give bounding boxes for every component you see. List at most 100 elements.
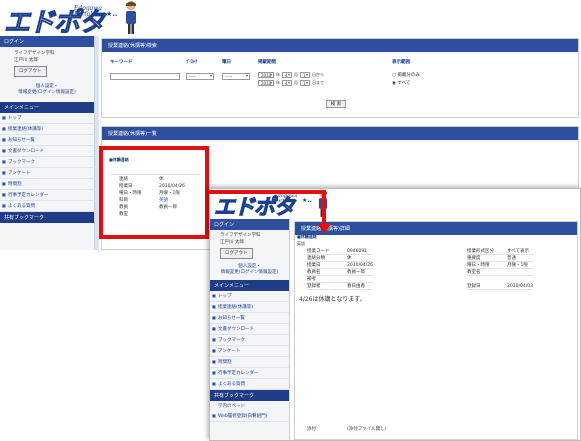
detail-bookmark-item-campus[interactable]: 学内のページ <box>210 401 289 411</box>
sidebar-item-downloads[interactable]: 文書ダウンロード <box>0 146 94 157</box>
detail-sidebar-item-bookmarks[interactable]: ブックマーク <box>210 335 289 346</box>
table-row: 教室名 <box>467 269 533 276</box>
arrow-vertical <box>322 190 326 226</box>
logo-subtitle: Edogawa Portal <box>74 6 102 18</box>
from-month-select[interactable]: 4 <box>282 72 292 78</box>
row-key: 連絡分類 <box>307 256 325 261</box>
detail-subject-header: 英語 <box>297 241 305 246</box>
table-row: 登録日 2010/04/03 <box>467 283 533 290</box>
detail-left-table: 授業コード 0946091 連絡分類 休 授業日 2010/04/26 教員名 教員一郎… <box>307 248 373 290</box>
detail-login-header: ログイン <box>210 219 289 230</box>
list-panel-title: 授業連絡(休講等)一覧 <box>102 127 578 140</box>
detail-sidebar-item-calendar[interactable]: 行事予定カレンダー <box>210 368 289 379</box>
sidebar-item-top[interactable]: トップ <box>0 113 94 124</box>
detail-logo-sub-line2: Portal <box>274 198 290 204</box>
attach-key: 添付 <box>307 427 316 432</box>
detail-sidebar-item-survey[interactable]: アンケート <box>210 346 289 357</box>
arrow-head-icon <box>317 224 331 233</box>
detail-settings-link-line2: 情報変更(ログイン情報設定) <box>220 270 279 275</box>
row-value: 月曜・1限 <box>507 263 528 268</box>
table-row: 登録者 春日由香 <box>307 283 373 290</box>
to-year-select[interactable]: 2010 <box>258 80 274 86</box>
header-decoration: ★.. <box>106 10 118 18</box>
settings-link[interactable]: 個人設定・ 情報変更(ログイン情報設定) <box>0 82 94 98</box>
sidebar: ログイン ライフデザイン学科 江戸川 太郎 ログアウト 個人設定・ 情報変更(ロ… <box>0 36 95 250</box>
table-row: 授業日 2010/04/26 <box>307 262 373 269</box>
detail-sidebar: ログイン ライフデザイン学科 江戸川 太郎 ログアウト 個人設定・ 情報変更(ロ… <box>210 219 290 440</box>
detail-section-title: ■休講連絡 <box>297 234 317 239</box>
row-key: 登録日 <box>467 284 481 289</box>
main-menu-header: メインメニュー <box>0 102 94 113</box>
detail-sidebar-item-news[interactable]: お知らせ一覧 <box>210 313 289 324</box>
radio-all-label: すべて <box>397 81 411 86</box>
keyword-label: キーワード <box>110 60 133 65</box>
user-name: 江戸川 太郎 <box>14 58 38 63</box>
search-button[interactable]: 検 索 <box>326 100 346 108</box>
row-value: 春日由香 <box>347 284 365 289</box>
sidebar-item-timetable[interactable]: 時間割 <box>0 179 94 190</box>
sidebar-item-faq[interactable]: よくある質問 <box>0 201 94 212</box>
row-value: 0946091 <box>347 249 368 254</box>
detail-user-name: 江戸川 太郎 <box>220 240 244 245</box>
detail-sidebar-item-timetable[interactable]: 時間割 <box>210 357 289 368</box>
table-row: 教員名 教員一郎 <box>307 269 373 276</box>
from-day-select[interactable]: 1 <box>300 72 310 78</box>
to-day-select[interactable]: 1 <box>300 80 310 86</box>
sidebar-item-news[interactable]: お知らせ一覧 <box>0 135 94 146</box>
detail-sidebar-item-downloads[interactable]: 文書ダウンロード <box>210 324 289 335</box>
radio-current-only[interactable]: ○ 掲載分のみ <box>392 72 420 78</box>
header: エドポタ Edogawa Portal ★.. <box>0 0 581 39</box>
date-range-label: 掲載期間 <box>258 60 276 65</box>
sidebar-item-bookmarks[interactable]: ブックマーク <box>0 157 94 168</box>
from-year-unit: 年 <box>276 72 280 77</box>
sidebar-item-survey[interactable]: アンケート <box>0 168 94 179</box>
period-select[interactable]: ----- <box>186 73 214 80</box>
detail-user-info: ライフデザイン学科 江戸川 太郎 ログアウト <box>210 230 289 263</box>
from-year-select[interactable]: 2010 <box>258 72 274 78</box>
keyword-input[interactable] <box>110 73 180 80</box>
row-value: すべて表示 <box>507 249 530 254</box>
detail-sidebar-item-faq[interactable]: よくある質問 <box>210 379 289 390</box>
row-key: 登録者 <box>307 284 321 289</box>
detail-main-menu-header: メインメニュー <box>210 280 289 291</box>
table-row: 曜日・時限 月曜・1限 <box>467 262 533 269</box>
from-month-unit: 月 <box>294 72 298 77</box>
table-row: 授業コード 0946091 <box>307 248 373 255</box>
row-key: 教員名 <box>307 270 321 275</box>
detail-body-text: 4/26は休講となります。 <box>299 296 366 303</box>
logo-sub-line2: Portal <box>74 11 93 18</box>
detail-logo-subtitle: Edogawa Portal <box>274 194 297 204</box>
radio-current-only-label: 掲載分のみ <box>397 73 420 78</box>
logout-button[interactable]: ログアウト <box>14 66 47 77</box>
row-key: 授業日 <box>307 263 321 268</box>
table-row: 重要度 普通 <box>467 255 533 262</box>
user-dept: ライフデザイン学科 <box>14 51 55 56</box>
detail-logout-button[interactable]: ログアウト <box>220 248 253 259</box>
detail-settings-link[interactable]: 個人設定・ 情報変更(ログイン情報設定) <box>210 263 289 277</box>
sidebar-item-class-notice[interactable]: 授業連絡(休講等) <box>0 124 94 135</box>
attachment-row: 添付 (添付ファイル無し) <box>307 426 387 433</box>
search-panel-title: 授業連絡(休講等)検索 <box>102 39 578 52</box>
weekday-select[interactable]: ----- <box>222 73 250 80</box>
settings-link-line2: 情報変更(ログイン情報設定) <box>18 90 76 95</box>
sidebar-item-calendar[interactable]: 行事予定カレンダー <box>0 190 94 201</box>
row-value: 教員一郎 <box>347 270 365 275</box>
mascot-figure-icon <box>126 1 136 34</box>
detail-user-dept: ライフデザイン学科 <box>220 233 261 238</box>
arrow-horizontal <box>209 190 326 194</box>
row-key: 曜日・時限 <box>467 263 490 268</box>
to-month-unit: 月 <box>294 80 298 85</box>
weekday-label: 曜日 <box>222 60 231 65</box>
radio-all[interactable]: ◉ すべて <box>392 80 410 86</box>
from-suffix: 日から <box>312 72 324 77</box>
detail-shared-bookmark-header: 共有ブックマーク <box>210 390 289 401</box>
detail-bookmark-item-web-registration[interactable]: Web履修登録(白鷺組門) <box>210 411 289 422</box>
detail-right-table: 授業形式区分 すべて表示 重要度 普通 曜日・時限 月曜・1限 教室名 登録日 2010… <box>467 248 533 290</box>
to-month-select[interactable]: 4 <box>282 80 292 86</box>
detail-sidebar-item-top[interactable]: トップ <box>210 291 289 302</box>
detail-sidebar-item-class-notice[interactable]: 授業連絡(休講等) <box>210 302 289 313</box>
display-range-label: 表示範囲 <box>392 60 410 65</box>
row-key: 教室名 <box>467 270 481 275</box>
table-row: 連絡分類 休 <box>307 255 373 262</box>
to-year-unit: 年 <box>276 80 280 85</box>
